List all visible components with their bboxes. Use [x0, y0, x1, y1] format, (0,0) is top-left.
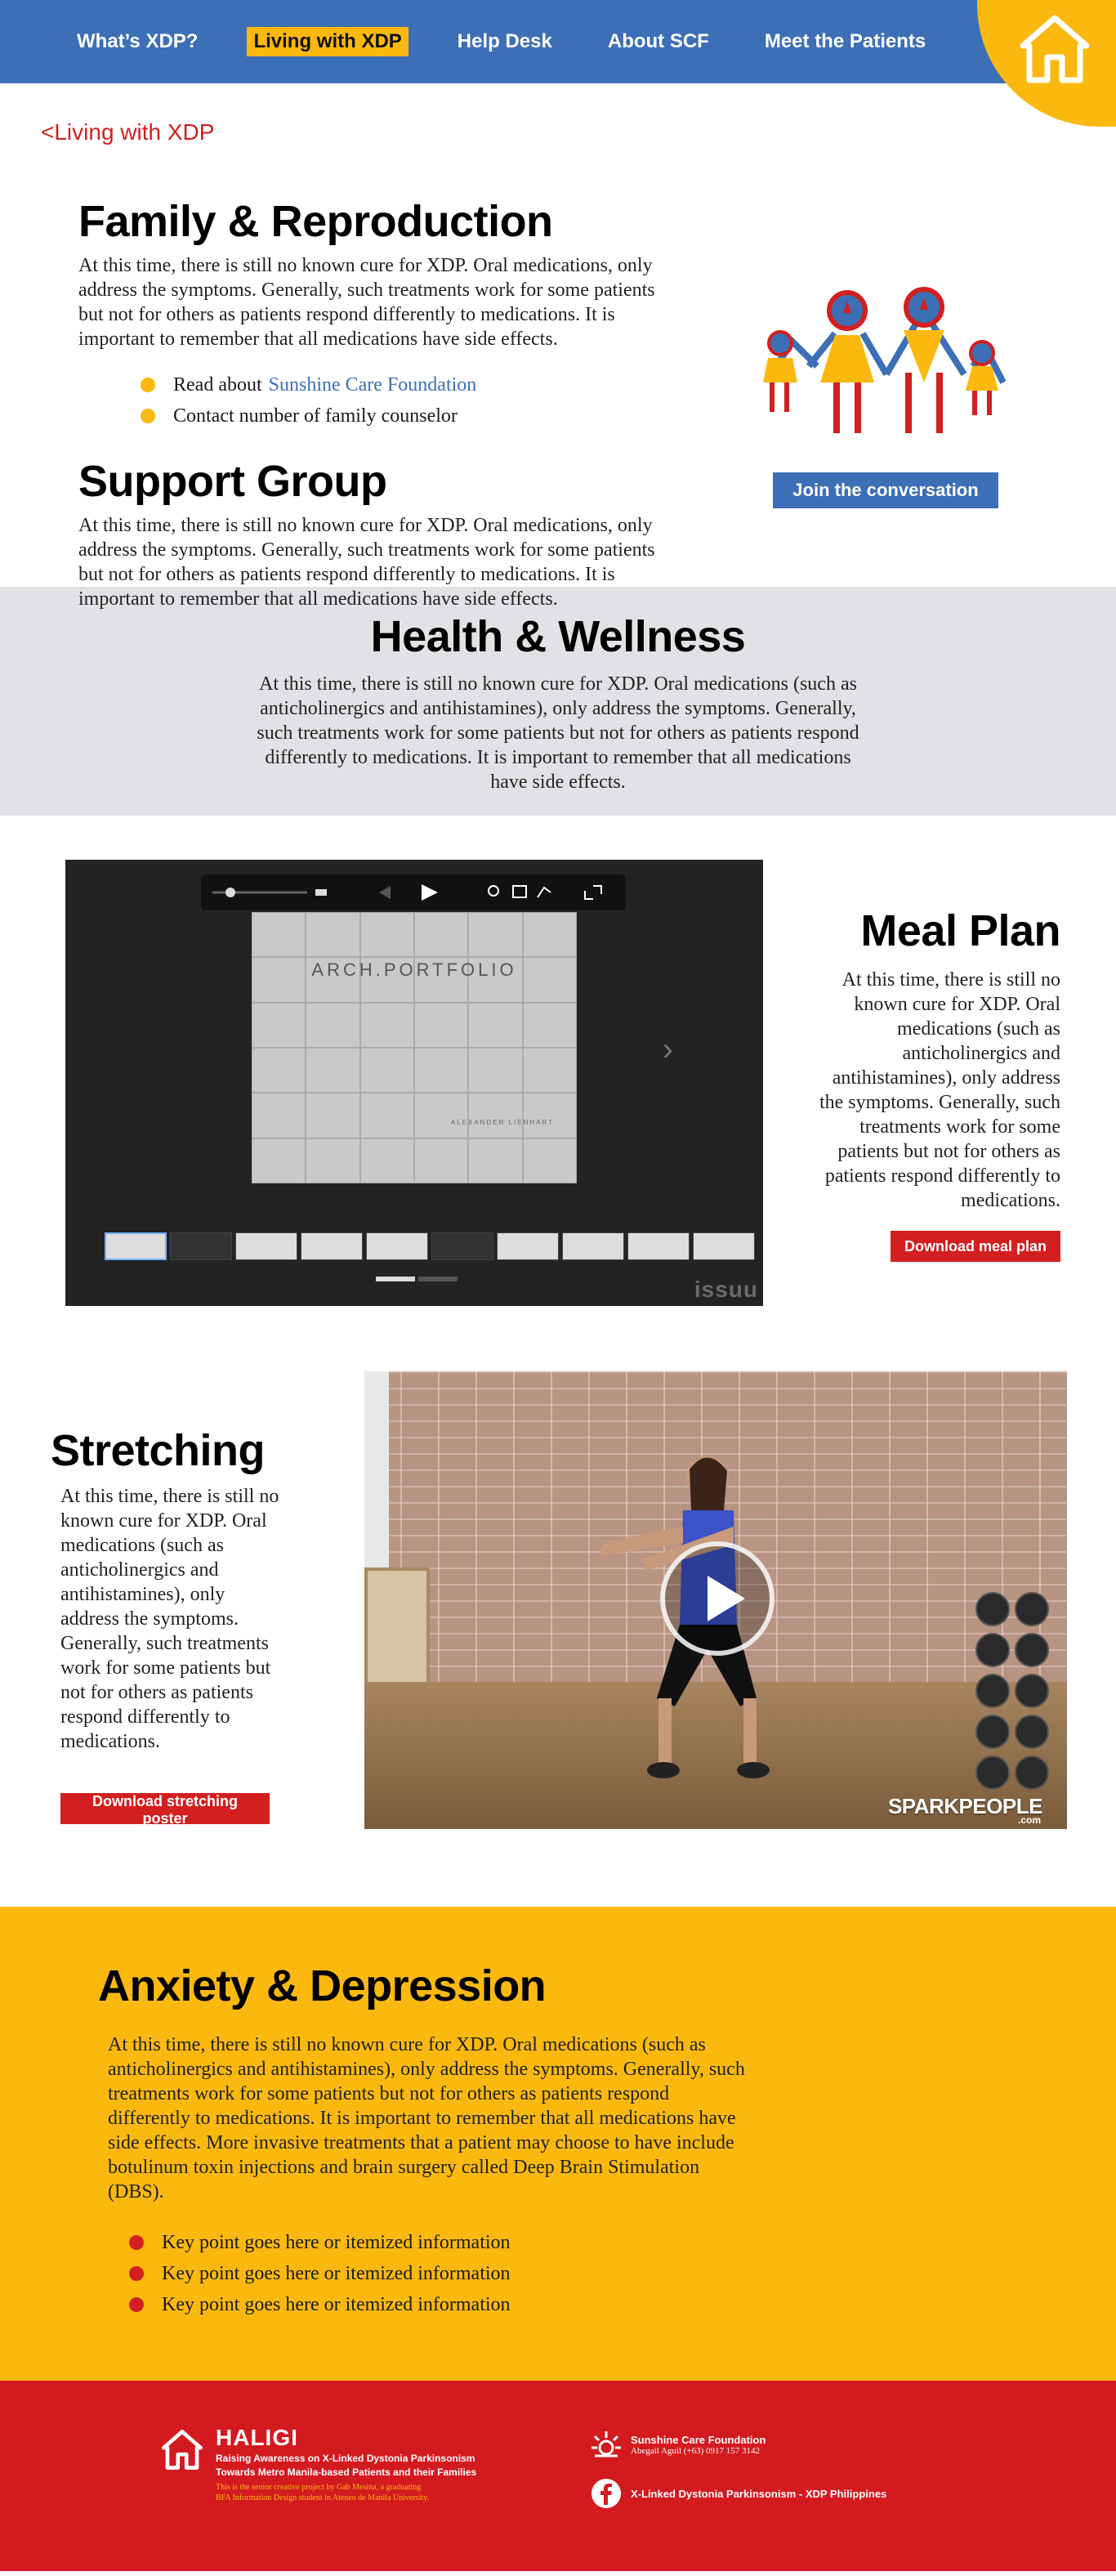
- meal-text-block: Meal Plan At this time, there is still n…: [815, 906, 1061, 1262]
- list-item: Key point goes here or itemized informat…: [129, 2258, 743, 2289]
- health-title: Health & Wellness: [370, 612, 746, 661]
- join-conversation-button[interactable]: Join the conversation: [773, 472, 998, 508]
- page-thumbnail[interactable]: [105, 1232, 167, 1260]
- bullet-dot: [129, 2266, 144, 2281]
- play-button-icon[interactable]: [660, 1541, 775, 1656]
- top-nav: What’s XDP? Living with XDP Help Desk Ab…: [0, 0, 1116, 127]
- home-button[interactable]: [977, 0, 1116, 127]
- haligi-house-logo-icon: [162, 2430, 203, 2470]
- footer-contact-block: Sunshine Care Foundation Abegail Aguil (…: [590, 2428, 886, 2526]
- page-thumbnail[interactable]: [627, 1232, 690, 1260]
- cover-tile-pattern: [252, 912, 577, 1183]
- house-icon: [1020, 15, 1090, 83]
- cover-author: ALEXANDER LIENHART: [450, 1119, 554, 1126]
- health-section: Health & Wellness At this time, there is…: [0, 587, 1116, 816]
- thumbnail-scrollbar[interactable]: [376, 1277, 458, 1281]
- facebook-icon: [591, 2479, 621, 2508]
- anxiety-bullets: Key point goes here or itemized informat…: [129, 2227, 743, 2320]
- bullet-text: Contact number of family counselor: [173, 405, 458, 427]
- footer-brand-name: HALIGI: [216, 2425, 298, 2450]
- family-bullets: Read about Sunshine Care Foundation Cont…: [141, 369, 683, 432]
- page-thumbnail[interactable]: [431, 1232, 493, 1260]
- medicine-ball-rack: [975, 1592, 1057, 1805]
- bullet-dot: [141, 409, 155, 423]
- nav-item-about-scf[interactable]: About SCF: [601, 27, 716, 56]
- page-thumbnail[interactable]: [235, 1232, 297, 1260]
- nav-item-meet-the-patients[interactable]: Meet the Patients: [758, 27, 932, 56]
- anxiety-section: Anxiety & Depression At this time, there…: [0, 1907, 1116, 2381]
- exercise-video-player[interactable]: SPARKPEOPLE .com: [364, 1371, 1067, 1829]
- family-body: At this time, there is still no known cu…: [78, 255, 655, 350]
- sun-logo-icon: [591, 2431, 621, 2457]
- bullet-text: Read about: [173, 374, 262, 396]
- facebook-page-name: X-Linked Dystonia Parkinsonism - XDP Phi…: [631, 2487, 887, 2500]
- bullet-dot: [129, 2297, 144, 2312]
- scf-contact: Abegail Aguil (+63) 0917 157 3142: [631, 2445, 761, 2456]
- anxiety-body: At this time, there is still no known cu…: [108, 2034, 745, 2203]
- download-stretching-poster-button[interactable]: Download stretching poster: [60, 1793, 270, 1827]
- nav-item-whats-xdp[interactable]: What’s XDP?: [70, 27, 204, 56]
- bullet-dot: [129, 2235, 144, 2250]
- scf-contact-row[interactable]: Sunshine Care Foundation Abegail Aguil (…: [590, 2428, 886, 2461]
- list-item: Contact number of family counselor: [141, 400, 683, 432]
- bullet-text: Key point goes here or itemized informat…: [162, 2294, 511, 2315]
- stretching-body: At this time, there is still no known cu…: [60, 1486, 279, 1752]
- footer-tagline-2: Towards Metro Manila-based Patients and …: [216, 2466, 477, 2478]
- cover-title: ARCH.PORTFOLIO: [311, 959, 517, 980]
- footer: HALIGI Raising Awareness on X-Linked Dys…: [0, 2381, 1116, 2571]
- anxiety-text-block: Anxiety & Depression At this time, there…: [98, 1961, 745, 2320]
- footer-brand-block: HALIGI Raising Awareness on X-Linked Dys…: [216, 2425, 476, 2503]
- next-page-arrow-icon[interactable]: ›: [663, 1031, 673, 1068]
- family-section: Family & Reproduction At this time, ther…: [0, 145, 1116, 610]
- footer-tagline-1: Raising Awareness on X-Linked Dystonia P…: [216, 2453, 475, 2464]
- page-thumbnails: [105, 1232, 755, 1260]
- issuu-document-viewer[interactable]: ARCH.PORTFOLIO ALEXANDER LIENHART › issu…: [65, 860, 763, 1306]
- sunshine-care-link[interactable]: Sunshine Care Foundation: [269, 369, 477, 400]
- nav-item-help-desk[interactable]: Help Desk: [451, 27, 559, 56]
- anxiety-title: Anxiety & Depression: [98, 1961, 547, 2010]
- issuu-logo: issuu: [694, 1277, 758, 1302]
- viewer-toolbar: [201, 874, 626, 910]
- support-title: Support Group: [78, 457, 387, 506]
- page-thumbnail[interactable]: [693, 1232, 755, 1260]
- list-item: Key point goes here or itemized informat…: [129, 2289, 743, 2320]
- download-meal-plan-button[interactable]: Download meal plan: [891, 1231, 1060, 1262]
- page-thumbnail[interactable]: [562, 1232, 624, 1260]
- document-cover-page: ARCH.PORTFOLIO ALEXANDER LIENHART: [252, 912, 577, 1183]
- family-title: Family & Reproduction: [78, 197, 553, 246]
- nav-item-living-with-xdp[interactable]: Living with XDP: [247, 27, 408, 56]
- footer-credit-1: This is the senior creative project by G…: [216, 2483, 422, 2492]
- meal-body: At this time, there is still no known cu…: [819, 969, 1060, 1211]
- stretching-section: Stretching At this time, there is still …: [0, 1371, 1116, 1907]
- meal-plan-section: ARCH.PORTFOLIO ALEXANDER LIENHART › issu…: [0, 816, 1116, 1371]
- family-text-block: Family & Reproduction At this time, ther…: [78, 196, 683, 611]
- bullet-dot: [141, 378, 155, 392]
- list-item: Key point goes here or itemized informat…: [129, 2227, 743, 2258]
- bullet-text: Key point goes here or itemized informat…: [162, 2232, 511, 2253]
- footer-credit-2: BFA Information Design student in Ateneo…: [216, 2493, 430, 2502]
- nav-menu: What’s XDP? Living with XDP Help Desk Ab…: [0, 0, 1116, 83]
- meal-title: Meal Plan: [860, 906, 1060, 955]
- support-body: At this time, there is still no known cu…: [78, 515, 655, 610]
- facebook-link-row[interactable]: X-Linked Dystonia Parkinsonism - XDP Phi…: [590, 2477, 886, 2510]
- stretching-text-block: Stretching At this time, there is still …: [51, 1425, 288, 1827]
- family-illustration: [763, 287, 1007, 433]
- list-item: Read about Sunshine Care Foundation: [141, 369, 683, 400]
- health-body: At this time, there is still no known cu…: [257, 673, 859, 793]
- page-thumbnail[interactable]: [497, 1232, 559, 1260]
- stretching-title: Stretching: [51, 1426, 266, 1475]
- scf-name: Sunshine Care Foundation: [631, 2433, 766, 2446]
- page-thumbnail[interactable]: [170, 1232, 232, 1260]
- sparkpeople-logo-suffix: .com: [1017, 1814, 1041, 1826]
- page-thumbnail[interactable]: [301, 1232, 363, 1260]
- bullet-text: Key point goes here or itemized informat…: [162, 2263, 511, 2284]
- breadcrumb-back-link[interactable]: <Living with XDP: [41, 119, 214, 145]
- page-thumbnail[interactable]: [366, 1232, 428, 1260]
- support-group-block: Support Group At this time, there is sti…: [78, 456, 683, 611]
